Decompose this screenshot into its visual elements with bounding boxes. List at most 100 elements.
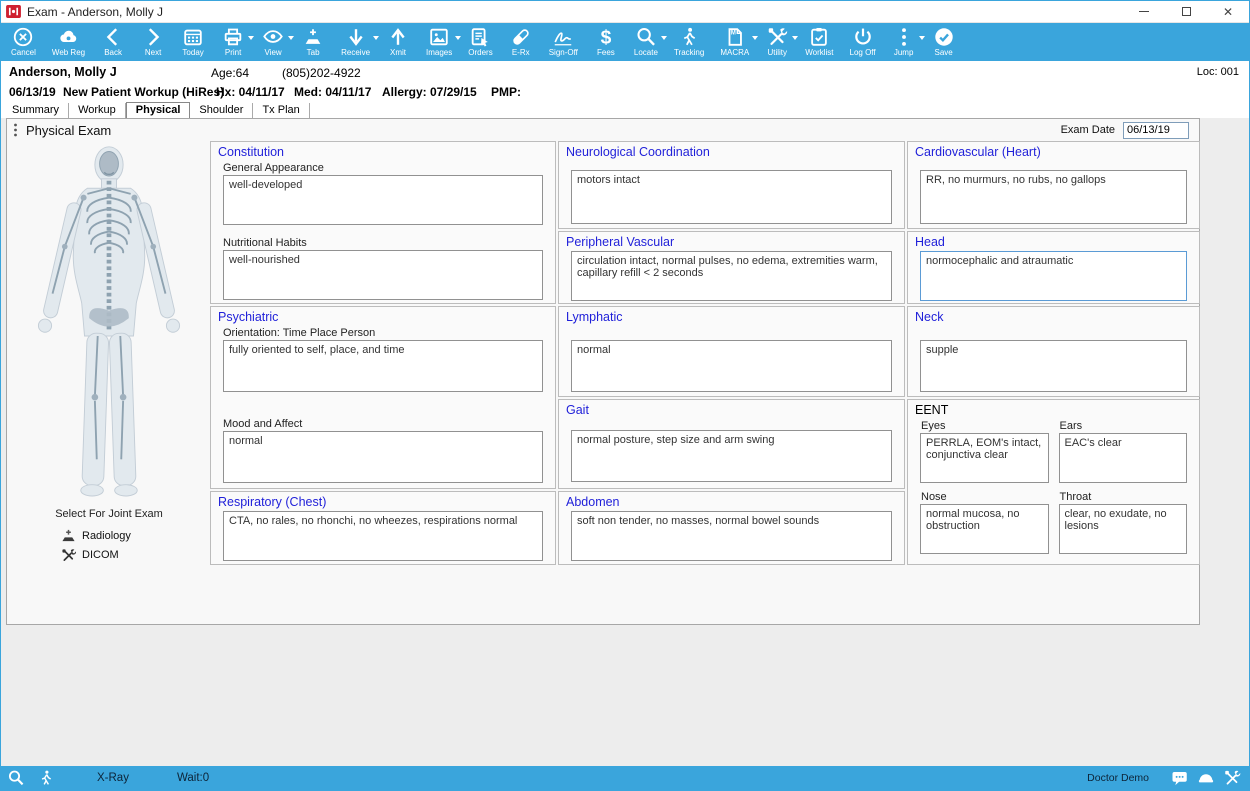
statusbar: X-Ray Wait:0 Doctor Demo xyxy=(1,766,1249,790)
visit-date: 06/13/19 xyxy=(9,85,56,99)
section-title-eent: EENT xyxy=(908,400,1199,418)
toolbar-fees-button[interactable]: $ Fees xyxy=(586,25,626,57)
nutritional-habits-field[interactable]: well-nourished xyxy=(223,250,543,300)
minimize-icon xyxy=(1139,11,1149,12)
toolbar-orders-button[interactable]: Orders xyxy=(460,25,500,57)
peripheral-vascular-field[interactable]: circulation intact, normal pulses, no ed… xyxy=(571,251,892,301)
toolbar-receive-button[interactable]: Receive xyxy=(333,25,378,57)
section-constitution: Constitution General Appearance well-dev… xyxy=(210,141,556,304)
magnifier-icon xyxy=(634,26,658,48)
patient-age: Age:64 xyxy=(211,66,249,80)
mood-affect-field[interactable]: normal xyxy=(223,431,543,483)
ears-field[interactable]: EAC's clear xyxy=(1059,433,1188,483)
grip-icon[interactable] xyxy=(13,123,18,137)
panel-title: Physical Exam xyxy=(26,123,111,138)
section-title-neck[interactable]: Neck xyxy=(908,307,1199,325)
abdomen-field[interactable]: soft non tender, no masses, normal bowel… xyxy=(571,511,892,561)
nose-field[interactable]: normal mucosa, no obstruction xyxy=(920,504,1049,554)
tab-workup[interactable]: Workup xyxy=(69,103,126,118)
toolbar-tracking-button[interactable]: Tracking xyxy=(666,25,712,57)
section-title-constitution[interactable]: Constitution xyxy=(211,142,555,160)
section-title-neurological[interactable]: Neurological Coordination xyxy=(559,142,904,160)
toolbar-logoff-button[interactable]: Log Off xyxy=(842,25,884,57)
tab-summary[interactable]: Summary xyxy=(3,103,69,118)
orientation-field[interactable]: fully oriented to self, place, and time xyxy=(223,340,543,392)
eyes-field[interactable]: PERRLA, EOM's intact, conjunctiva clear xyxy=(920,433,1049,483)
statusbar-tools-icon[interactable] xyxy=(1223,769,1241,787)
statusbar-xray-label: X-Ray xyxy=(97,772,129,784)
toolbar-back-button[interactable]: Back xyxy=(93,25,133,57)
document-icon: M xyxy=(723,26,747,48)
neurological-field[interactable]: motors intact xyxy=(571,170,892,224)
toolbar-next-button[interactable]: Next xyxy=(133,25,173,57)
app-window: Exam - Anderson, Molly J ✕ Cancel Web Re… xyxy=(0,0,1250,791)
tools-icon xyxy=(765,26,789,48)
radiology-plus-icon xyxy=(61,529,76,543)
section-lymphatic: Lymphatic normal xyxy=(558,306,905,397)
lymphatic-field[interactable]: normal xyxy=(571,340,892,392)
toolbar-worklist-button[interactable]: Worklist xyxy=(797,25,841,57)
section-head: Head normocephalic and atraumatic xyxy=(907,231,1200,304)
toolbar-locate-button[interactable]: Locate xyxy=(626,25,666,57)
field-label: Nose xyxy=(921,491,1049,503)
titlebar: Exam - Anderson, Molly J ✕ xyxy=(1,1,1249,23)
cloud-icon xyxy=(57,26,81,48)
section-title-peripheral-vascular[interactable]: Peripheral Vascular xyxy=(559,232,904,250)
respiratory-field[interactable]: CTA, no rales, no rhonchi, no wheezes, r… xyxy=(223,511,543,561)
skeleton-figure[interactable] xyxy=(29,141,189,499)
toolbar-macra-button[interactable]: M MACRA xyxy=(712,25,757,57)
dollar-icon: $ xyxy=(594,26,618,48)
tab-physical[interactable]: Physical xyxy=(126,102,191,118)
toolbar-print-button[interactable]: Print xyxy=(213,25,253,57)
section-gait: Gait normal posture, step size and arm s… xyxy=(558,399,905,489)
general-appearance-field[interactable]: well-developed xyxy=(223,175,543,225)
exam-tabstrip: Summary Workup Physical Shoulder Tx Plan xyxy=(1,101,1249,118)
toolbar-view-button[interactable]: View xyxy=(253,25,293,57)
neck-field[interactable]: supple xyxy=(920,340,1187,392)
section-title-gait[interactable]: Gait xyxy=(559,400,904,418)
toolbar-jump-button[interactable]: Jump xyxy=(884,25,924,57)
section-title-lymphatic[interactable]: Lymphatic xyxy=(559,307,904,325)
toolbar-cancel-button[interactable]: Cancel xyxy=(3,25,44,57)
toolbar-today-button[interactable]: Today xyxy=(173,25,213,57)
toolbar-erx-button[interactable]: E-Rx xyxy=(501,25,541,57)
radiology-link[interactable]: Radiology xyxy=(61,529,157,543)
dicom-link[interactable]: DICOM xyxy=(61,548,157,562)
toolbar-xmit-button[interactable]: Xmit xyxy=(378,25,418,57)
section-title-head[interactable]: Head xyxy=(908,232,1199,250)
tab-txplan[interactable]: Tx Plan xyxy=(253,103,309,118)
toolbar-webreg-button[interactable]: Web Reg xyxy=(44,25,93,57)
cardiovascular-field[interactable]: RR, no murmurs, no rubs, no gallops xyxy=(920,170,1187,224)
clipboard-icon xyxy=(807,26,831,48)
statusbar-tracking-icon[interactable] xyxy=(37,769,55,787)
section-title-cardiovascular[interactable]: Cardiovascular (Heart) xyxy=(908,142,1199,160)
section-title-abdomen[interactable]: Abdomen xyxy=(559,492,904,510)
toolbar-signoff-button[interactable]: Sign-Off xyxy=(541,25,586,57)
tab-shoulder[interactable]: Shoulder xyxy=(190,103,253,118)
support-dome-icon[interactable] xyxy=(1197,769,1215,787)
head-field[interactable]: normocephalic and atraumatic xyxy=(920,251,1187,301)
toolbar-utility-button[interactable]: Utility xyxy=(757,25,797,57)
maximize-button[interactable] xyxy=(1165,1,1207,22)
toolbar-images-button[interactable]: Images xyxy=(418,25,460,57)
exam-date-input[interactable] xyxy=(1123,122,1189,139)
close-button[interactable]: ✕ xyxy=(1207,1,1249,22)
section-title-respiratory[interactable]: Respiratory (Chest) xyxy=(211,492,555,510)
chat-icon[interactable] xyxy=(1171,769,1189,787)
statusbar-search-icon[interactable] xyxy=(7,769,25,787)
toolbar-tab-button[interactable]: Tab xyxy=(293,25,333,57)
gait-field[interactable]: normal posture, step size and arm swing xyxy=(571,430,892,482)
power-icon xyxy=(851,26,875,48)
minimize-button[interactable] xyxy=(1123,1,1165,22)
svg-text:$: $ xyxy=(601,27,612,48)
check-circle-icon xyxy=(932,26,956,48)
toolbar-save-button[interactable]: Save xyxy=(924,25,964,57)
section-peripheral-vascular: Peripheral Vascular circulation intact, … xyxy=(558,231,905,304)
section-cardiovascular: Cardiovascular (Heart) RR, no murmurs, n… xyxy=(907,141,1200,229)
joint-exam-caption: Select For Joint Exam xyxy=(9,508,209,520)
field-label: Throat xyxy=(1060,491,1188,503)
throat-field[interactable]: clear, no exudate, no lesions xyxy=(1059,504,1188,554)
section-title-psychiatric[interactable]: Psychiatric xyxy=(211,307,555,325)
section-neck: Neck supple xyxy=(907,306,1200,397)
joint-exam-sidebar: Select For Joint Exam Radiology DICOM xyxy=(9,141,209,624)
